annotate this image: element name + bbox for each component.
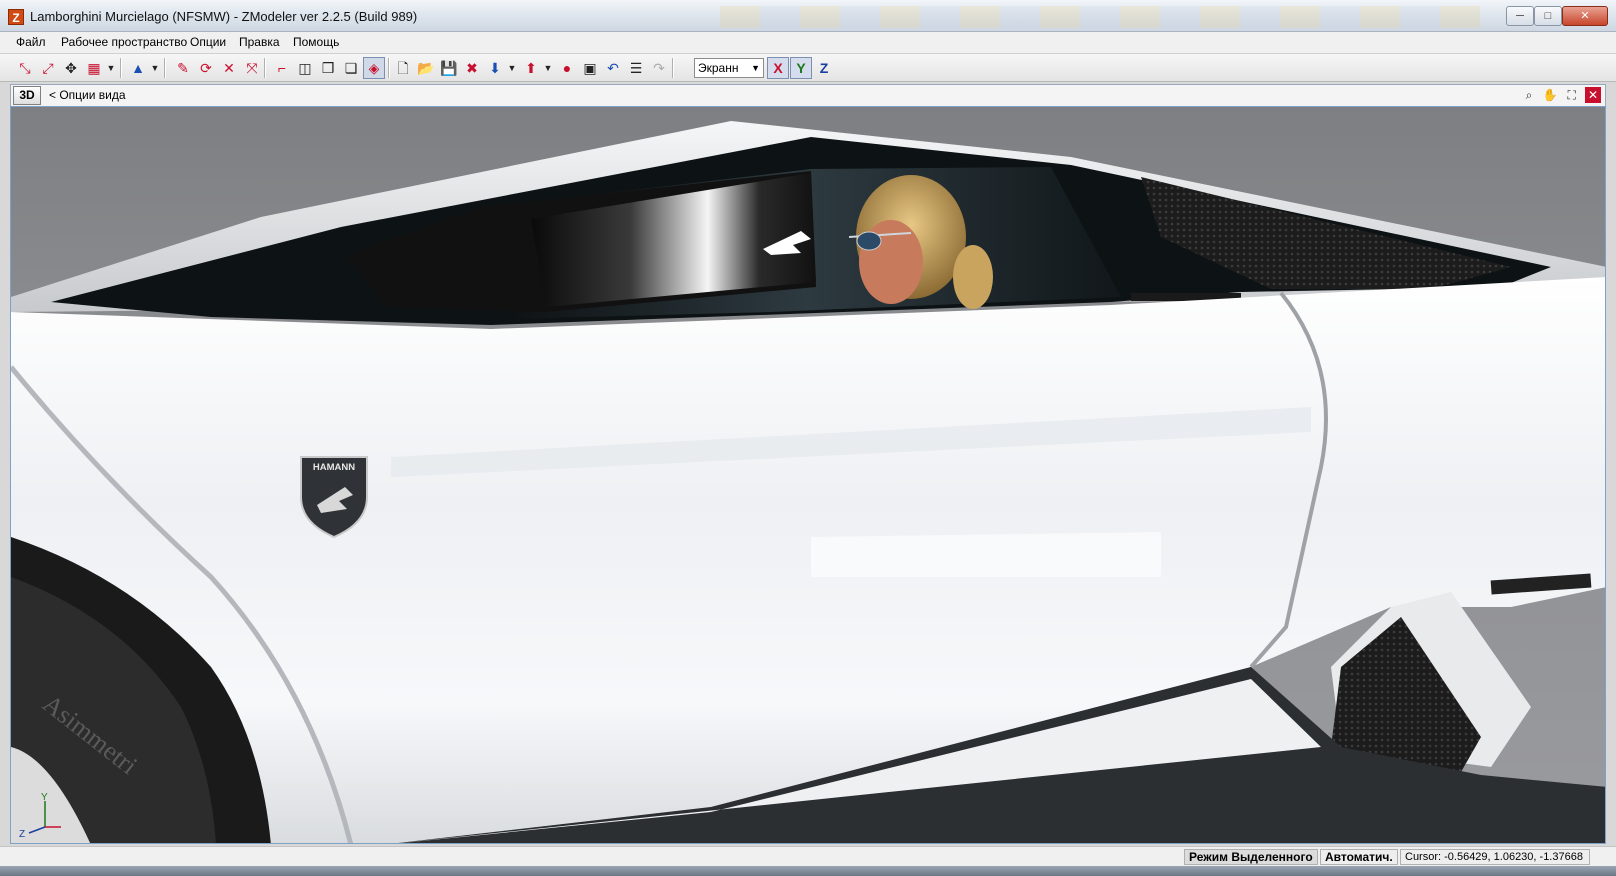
menu-help[interactable]: Помощь — [293, 35, 339, 49]
toolbar-separator — [672, 58, 674, 78]
mirror-icon[interactable]: ⤧ — [241, 57, 263, 79]
maximize-button[interactable]: □ — [1534, 6, 1562, 26]
cursor-coordinates: Cursor: -0.56429, 1.06230, -1.37668 — [1400, 849, 1590, 865]
menu-workspace[interactable]: Рабочее пространство — [61, 35, 187, 49]
redo-icon[interactable]: ↷ — [648, 57, 670, 79]
menu-edit[interactable]: Правка — [239, 35, 280, 49]
axis-x-toggle[interactable]: X — [767, 57, 789, 79]
undo-icon[interactable]: ↶ — [602, 57, 624, 79]
edge-mode-icon[interactable]: ◫ — [294, 57, 316, 79]
axis-y-toggle[interactable]: Y — [790, 57, 812, 79]
pan-icon[interactable]: ✋ — [1542, 87, 1558, 103]
move-icon[interactable]: ✥ — [60, 57, 82, 79]
chevron-down-icon[interactable]: ▼ — [507, 57, 517, 79]
maximize-view-icon[interactable]: ⛶ — [1564, 87, 1580, 103]
close-view-icon[interactable]: ✕ — [1585, 87, 1601, 103]
menu-bar: Файл Рабочее пространство Опции Правка П… — [0, 32, 1616, 54]
main-toolbar: ⤡ ⤢ ✥ ▦ ▼ ▲ ▼ ✎ ⟳ ✕ ⤧ ⌐ ◫ ❒ ❏ ◈ 🗋 📂 💾 ✖ … — [0, 54, 1616, 82]
chevron-down-icon[interactable]: ▼ — [543, 57, 553, 79]
weld-icon[interactable]: ✎ — [172, 57, 194, 79]
title-bar: Z Lamborghini Murcielago (NFSMW) - ZMode… — [0, 0, 1616, 32]
scale-icon[interactable]: ✕ — [218, 57, 240, 79]
status-bar: Режим Выделенного Автоматич. Cursor: -0.… — [0, 846, 1616, 866]
image-icon[interactable]: ▣ — [579, 57, 601, 79]
hamann-badge-text: HAMANN — [313, 462, 355, 473]
driver-glasses — [856, 231, 882, 251]
view-options-toggle[interactable]: < Опции вида — [49, 88, 126, 102]
object-mode-icon[interactable]: ❏ — [340, 57, 362, 79]
auto-mode-status[interactable]: Автоматич. — [1320, 849, 1398, 865]
export-icon[interactable]: ⬆ — [520, 57, 542, 79]
open-folder-icon[interactable]: 📂 — [415, 57, 437, 79]
zoom-icon[interactable]: ⌕ — [1521, 87, 1537, 103]
toolbar-separator — [164, 58, 166, 78]
close-button[interactable]: ✕ — [1562, 6, 1608, 26]
minimize-button[interactable]: ─ — [1506, 6, 1534, 26]
chevron-down-icon: ▼ — [751, 63, 760, 73]
chevron-down-icon[interactable]: ▼ — [150, 57, 160, 79]
save-icon[interactable]: 💾 — [438, 57, 460, 79]
vertex-mode-icon[interactable]: ⌐ — [271, 57, 293, 79]
select-icon[interactable]: ⤡ — [14, 57, 36, 79]
zmodeler-app-icon[interactable]: Z — [8, 9, 24, 25]
pyramid-icon[interactable]: ▲ — [127, 57, 149, 79]
delete-icon[interactable]: ✖ — [461, 57, 483, 79]
import-icon[interactable]: ⬇ — [484, 57, 506, 79]
toolbar-separator — [388, 58, 390, 78]
notes-icon[interactable]: ☰ — [625, 57, 647, 79]
selection-mode-status[interactable]: Режим Выделенного — [1184, 849, 1318, 865]
axis-z-toggle[interactable]: Z — [813, 57, 835, 79]
axis-z-label: Z — [19, 829, 25, 840]
window-title: Lamborghini Murcielago (NFSMW) - ZModele… — [30, 9, 418, 24]
3d-viewport[interactable]: Asimmetri HAMANN Y Z — [10, 106, 1606, 844]
os-taskbar — [0, 866, 1616, 876]
menu-file[interactable]: Файл — [16, 35, 46, 49]
title-bar-decoration — [720, 6, 1480, 28]
menu-options[interactable]: Опции — [190, 35, 226, 49]
view-select-value: Экранн — [698, 61, 739, 75]
new-file-icon[interactable]: 🗋 — [392, 57, 414, 79]
car-render: Asimmetri HAMANN Y Z — [11, 121, 1605, 843]
record-icon[interactable]: ● — [556, 57, 578, 79]
chevron-down-icon[interactable]: ▼ — [106, 57, 116, 79]
body-highlight — [811, 532, 1161, 577]
viewport-controls: ⌕ ✋ ⛶ ✕ — [1519, 87, 1601, 105]
toolbar-separator — [264, 58, 266, 78]
cube-active-icon[interactable]: ◈ — [363, 57, 385, 79]
face-mode-icon[interactable]: ❒ — [317, 57, 339, 79]
viewport-header: 3D < Опции вида ⌕ ✋ ⛶ ✕ — [10, 84, 1606, 106]
select-vertex-icon[interactable]: ⤢ — [37, 57, 59, 79]
driver-ponytail — [953, 245, 993, 309]
toolbar-separator — [120, 58, 122, 78]
view-mode-3d-button[interactable]: 3D — [13, 86, 41, 105]
view-select[interactable]: Экранн ▼ — [694, 58, 764, 78]
multi-select-icon[interactable]: ▦ — [83, 57, 105, 79]
axis-y-label: Y — [41, 792, 48, 803]
rotate-icon[interactable]: ⟳ — [195, 57, 217, 79]
